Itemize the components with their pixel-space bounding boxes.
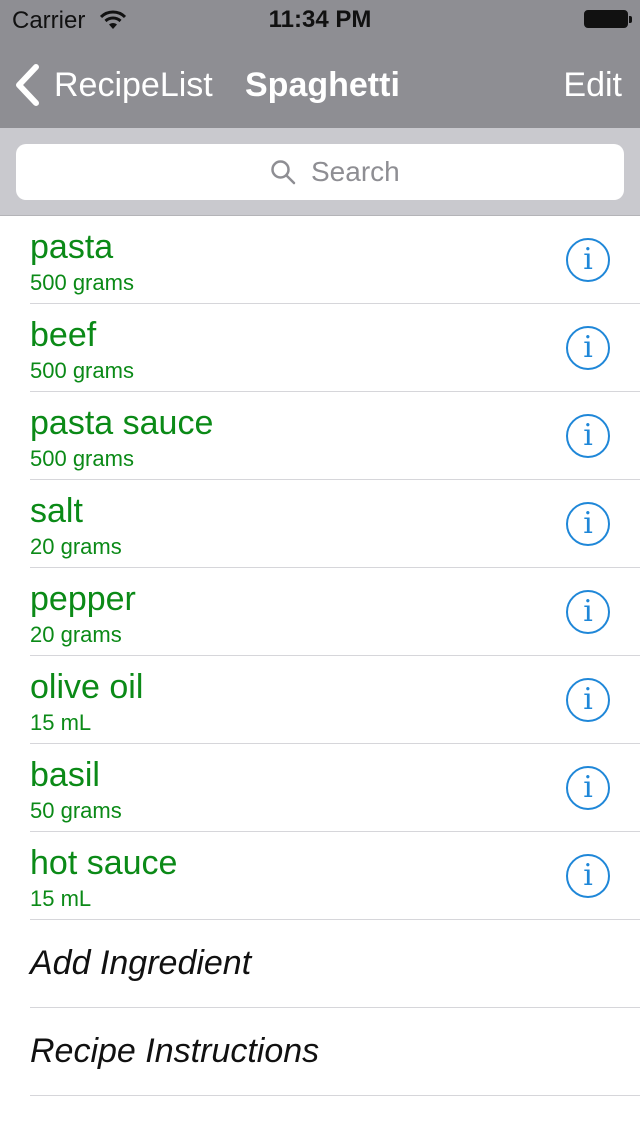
back-button[interactable]: RecipeList: [54, 66, 213, 105]
ingredient-quantity: 15 mL: [30, 710, 92, 735]
ingredient-row[interactable]: pasta 500 grams i: [0, 216, 640, 304]
info-icon[interactable]: i: [566, 502, 610, 546]
ingredient-quantity: 15 mL: [30, 886, 92, 911]
ingredient-quantity: 20 grams: [30, 622, 122, 647]
clock: 11:34 PM: [268, 6, 372, 33]
recipe-instructions-row[interactable]: Recipe Instructions: [0, 1008, 640, 1096]
ingredient-row[interactable]: hot sauce 15 mL i: [0, 832, 640, 920]
ingredient-name: olive oil: [30, 668, 144, 706]
ingredient-name: hot sauce: [30, 844, 178, 882]
ingredient-quantity: 20 grams: [30, 534, 122, 559]
ingredient-quantity: 500 grams: [30, 446, 134, 471]
ingredient-quantity: 500 grams: [30, 358, 134, 383]
ingredient-name: basil: [30, 756, 100, 794]
edit-button[interactable]: Edit: [563, 66, 622, 105]
info-icon[interactable]: i: [566, 854, 610, 898]
ingredient-row[interactable]: pepper 20 grams i: [0, 568, 640, 656]
page-title: Spaghetti: [245, 66, 400, 104]
info-icon[interactable]: i: [566, 678, 610, 722]
add-ingredient-label: Add Ingredient: [30, 944, 252, 982]
ingredient-name: pasta sauce: [30, 404, 214, 442]
info-icon[interactable]: i: [566, 766, 610, 810]
search-input[interactable]: Search: [16, 144, 624, 200]
ingredient-quantity: 500 grams: [30, 270, 134, 295]
ingredient-name: pasta: [30, 228, 114, 266]
ingredient-name: beef: [30, 316, 97, 354]
info-icon[interactable]: i: [566, 238, 610, 282]
add-ingredient-row[interactable]: Add Ingredient: [0, 920, 640, 1008]
ingredient-list: pasta 500 grams i beef 500 grams i pasta…: [0, 216, 640, 1096]
info-icon[interactable]: i: [566, 414, 610, 458]
ingredient-quantity: 50 grams: [30, 798, 122, 823]
search-placeholder: Search: [311, 156, 400, 187]
ingredient-row[interactable]: salt 20 grams i: [0, 480, 640, 568]
ingredient-row[interactable]: pasta sauce 500 grams i: [0, 392, 640, 480]
ingredient-row[interactable]: olive oil 15 mL i: [0, 656, 640, 744]
ingredient-row[interactable]: beef 500 grams i: [0, 304, 640, 392]
search-bar: Search: [0, 128, 640, 216]
navigation-bar: RecipeList Spaghetti Edit: [0, 40, 640, 128]
info-icon[interactable]: i: [566, 326, 610, 370]
back-chevron-icon[interactable]: [14, 64, 42, 106]
status-bar: Carrier 11:34 PM: [0, 0, 640, 40]
info-icon[interactable]: i: [566, 590, 610, 634]
recipe-instructions-label: Recipe Instructions: [30, 1032, 320, 1070]
ingredient-name: pepper: [30, 580, 136, 618]
search-icon: [271, 160, 296, 185]
ingredient-name: salt: [30, 492, 83, 530]
battery-icon: [584, 10, 632, 28]
ingredient-row[interactable]: basil 50 grams i: [0, 744, 640, 832]
